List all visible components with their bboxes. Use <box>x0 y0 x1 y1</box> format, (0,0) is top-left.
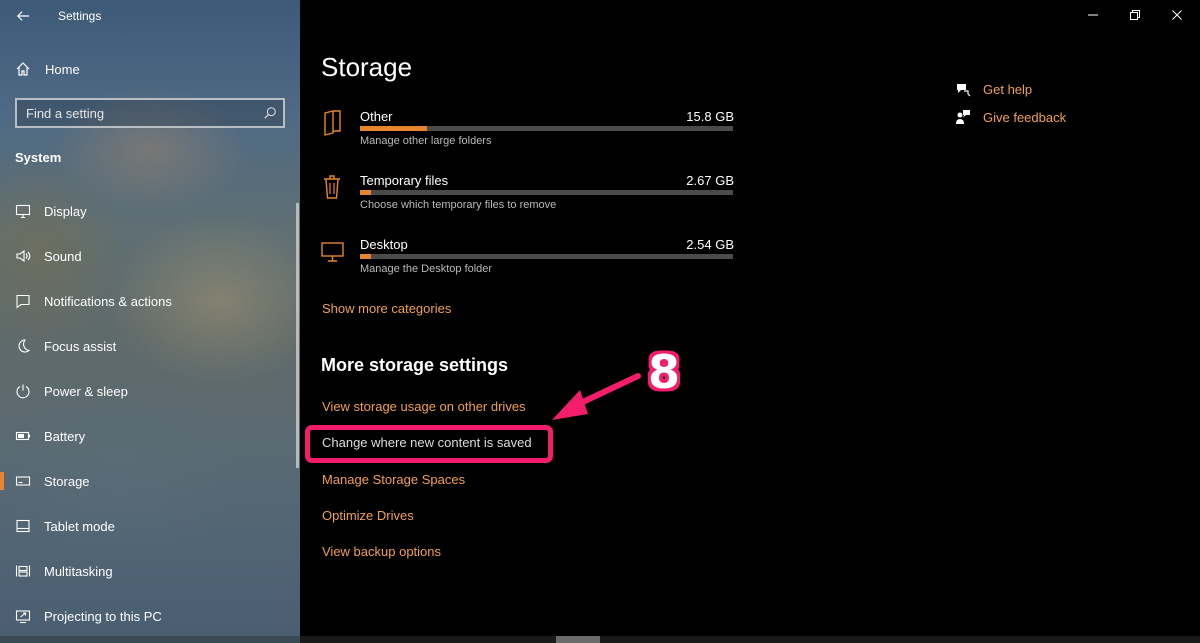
multitasking-icon <box>14 562 32 580</box>
sidebar-item-label: Sound <box>44 248 82 264</box>
more-storage-settings-heading: More storage settings <box>321 355 509 375</box>
get-help-label: Get help <box>983 82 1033 97</box>
search-input[interactable] <box>17 100 257 126</box>
optimize-drives-link[interactable]: Optimize Drives <box>322 508 414 523</box>
notifications-icon <box>14 292 32 310</box>
horizontal-scrollbar <box>0 636 1200 643</box>
category-name: Temporary files <box>360 173 449 188</box>
focus-assist-icon <box>14 337 32 355</box>
sidebar-item-display[interactable]: Display <box>0 193 300 229</box>
scrollbar-thumb[interactable] <box>556 636 600 643</box>
category-name: Desktop <box>360 237 408 252</box>
sidebar: Settings Home System Display Sound Notif… <box>0 0 300 643</box>
category-size: 15.8 GB <box>686 109 734 124</box>
sidebar-item-label: Notifications & actions <box>44 293 172 309</box>
sidebar-item-notifications[interactable]: Notifications & actions <box>0 283 300 319</box>
sidebar-item-label: Display <box>44 203 87 219</box>
minimize-icon <box>1088 14 1098 16</box>
category-description: Manage other large folders <box>360 135 492 147</box>
sidebar-item-multitasking[interactable]: Multitasking <box>0 553 300 589</box>
category-size: 2.67 GB <box>686 173 734 188</box>
view-other-drives-link[interactable]: View storage usage on other drives <box>322 399 526 414</box>
show-more-categories-link[interactable]: Show more categories <box>322 301 451 316</box>
usage-bar <box>360 190 733 195</box>
sidebar-item-label: Tablet mode <box>44 518 115 534</box>
annotation-step-number: 8 <box>648 345 681 399</box>
usage-bar-fill <box>360 190 372 195</box>
sidebar-item-tablet-mode[interactable]: Tablet mode <box>0 508 300 544</box>
sidebar-item-focus-assist[interactable]: Focus assist <box>0 328 300 364</box>
home-icon <box>14 60 32 78</box>
back-arrow-icon <box>16 11 30 21</box>
sound-icon <box>14 247 32 265</box>
close-button[interactable] <box>1154 0 1200 30</box>
storage-category-desktop[interactable]: Desktop 2.54 GB Manage the Desktop folde… <box>320 237 734 289</box>
title-bar: Settings <box>0 0 300 32</box>
sidebar-item-home[interactable]: Home <box>0 52 300 86</box>
restore-icon <box>1130 10 1140 20</box>
usage-bar-fill <box>360 254 372 259</box>
sidebar-item-battery[interactable]: Battery <box>0 418 300 454</box>
annotation-arrow <box>552 373 641 420</box>
feedback-icon <box>956 110 970 124</box>
sidebar-item-storage[interactable]: Storage <box>0 463 300 499</box>
change-new-content-location-link[interactable]: Change where new content is saved <box>322 435 532 450</box>
battery-icon <box>14 427 32 445</box>
usage-bar <box>360 126 733 131</box>
monitor-icon <box>321 242 344 262</box>
category-description: Choose which temporary files to remove <box>360 199 557 211</box>
search-box[interactable] <box>15 98 285 128</box>
category-name: Other <box>360 109 393 124</box>
sidebar-item-label: Storage <box>44 473 90 489</box>
sidebar-item-label: Home <box>45 61 80 77</box>
sidebar-item-label: Focus assist <box>44 338 117 354</box>
close-icon <box>1172 10 1182 20</box>
restore-button[interactable] <box>1112 0 1158 30</box>
category-description: Manage the Desktop folder <box>360 263 493 275</box>
display-icon <box>14 202 32 220</box>
usage-bar <box>360 254 733 259</box>
back-button[interactable] <box>8 4 38 28</box>
sidebar-item-label: Power & sleep <box>44 383 128 399</box>
manage-storage-spaces-link[interactable]: Manage Storage Spaces <box>322 472 465 487</box>
power-icon <box>14 382 32 400</box>
storage-category-other[interactable]: Other 15.8 GB Manage other large folders <box>320 109 734 161</box>
sidebar-item-power-sleep[interactable]: Power & sleep <box>0 373 300 409</box>
give-feedback-label: Give feedback <box>983 110 1067 125</box>
category-size: 2.54 GB <box>686 237 734 252</box>
sidebar-item-sound[interactable]: Sound <box>0 238 300 274</box>
view-backup-options-link[interactable]: View backup options <box>322 544 441 559</box>
page-title: Storage <box>321 52 413 82</box>
tablet-icon <box>14 517 32 535</box>
usage-bar-fill <box>360 126 428 131</box>
minimize-button[interactable] <box>1070 0 1116 30</box>
trash-icon <box>324 175 340 199</box>
section-heading: System <box>15 150 62 165</box>
sidebar-item-label: Projecting to this PC <box>44 608 162 624</box>
sidebar-scrollbar[interactable] <box>296 203 299 468</box>
sidebar-item-label: Battery <box>44 428 86 444</box>
sidebar-item-projecting[interactable]: Projecting to this PC <box>0 598 300 634</box>
help-icon <box>957 84 971 97</box>
search-icon[interactable] <box>263 106 277 120</box>
projecting-icon <box>14 607 32 625</box>
storage-category-temporary-files[interactable]: Temporary files 2.67 GB Choose which tem… <box>320 173 734 225</box>
app-title: Settings <box>58 9 102 23</box>
sidebar-item-label: Multitasking <box>44 563 113 579</box>
folder-icon <box>324 110 341 136</box>
storage-icon <box>14 472 32 490</box>
sidebar-bottom-edge <box>0 636 300 643</box>
